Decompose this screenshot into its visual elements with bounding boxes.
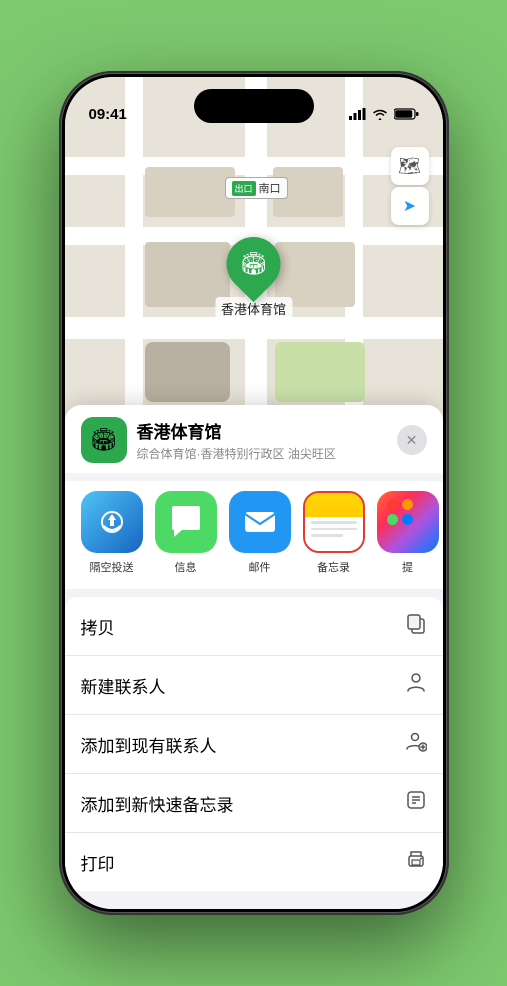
action-add-note-label: 添加到新快速备忘录	[81, 791, 234, 816]
airdrop-label: 隔空投送	[90, 559, 134, 575]
location-button[interactable]: ➤	[391, 187, 429, 225]
more-label: 提	[402, 559, 413, 575]
dynamic-island	[194, 89, 314, 123]
location-marker: 🏟 香港体育馆	[215, 237, 292, 320]
signal-icon	[349, 108, 366, 123]
messages-label: 信息	[175, 559, 197, 575]
location-name: 香港体育馆	[137, 418, 397, 443]
action-copy[interactable]: 拷贝	[65, 597, 443, 656]
person-icon	[405, 671, 427, 699]
action-new-contact-label: 新建联系人	[81, 673, 166, 698]
mail-icon	[229, 491, 291, 553]
close-button[interactable]: ✕	[397, 425, 427, 455]
note-icon	[405, 789, 427, 817]
copy-icon	[405, 612, 427, 640]
phone-frame: 出口 南口 🏟 香港体育馆 🗺 ➤ 09:41	[59, 71, 449, 915]
share-item-more[interactable]: 提	[377, 491, 439, 575]
location-icon: 🏟	[81, 417, 127, 463]
map-btn-group: 🗺 ➤	[391, 147, 429, 225]
phone-screen: 出口 南口 🏟 香港体育馆 🗺 ➤ 09:41	[65, 77, 443, 909]
bottom-sheet: 🏟 香港体育馆 综合体育馆·香港特别行政区 油尖旺区 ✕	[65, 405, 443, 909]
print-icon	[405, 848, 427, 876]
action-print-label: 打印	[81, 850, 115, 875]
map-exit-label: 出口 南口	[225, 177, 288, 199]
messages-icon	[155, 491, 217, 553]
status-time: 09:41	[89, 106, 127, 125]
share-item-notes[interactable]: 备忘录	[303, 491, 365, 575]
person-add-icon	[405, 730, 427, 758]
share-row: 隔空投送 信息	[65, 481, 443, 589]
notes-label: 备忘录	[317, 559, 350, 575]
action-add-existing-label: 添加到现有联系人	[81, 732, 217, 757]
action-add-note[interactable]: 添加到新快速备忘录	[65, 774, 443, 833]
battery-icon	[394, 108, 419, 123]
location-header: 🏟 香港体育馆 综合体育馆·香港特别行政区 油尖旺区 ✕	[65, 405, 443, 473]
airdrop-icon	[81, 491, 143, 553]
share-item-airdrop[interactable]: 隔空投送	[81, 491, 143, 575]
action-add-existing[interactable]: 添加到现有联系人	[65, 715, 443, 774]
mail-label: 邮件	[249, 559, 271, 575]
location-text: 香港体育馆 综合体育馆·香港特别行政区 油尖旺区	[137, 418, 397, 462]
action-copy-label: 拷贝	[81, 614, 115, 639]
action-print[interactable]: 打印	[65, 833, 443, 891]
map-layer-button[interactable]: 🗺	[391, 147, 429, 185]
more-icon	[377, 491, 439, 553]
share-item-messages[interactable]: 信息	[155, 491, 217, 575]
status-icons	[349, 108, 419, 125]
location-subtitle: 综合体育馆·香港特别行政区 油尖旺区	[137, 445, 397, 462]
wifi-icon	[372, 108, 388, 123]
share-item-mail[interactable]: 邮件	[229, 491, 291, 575]
action-list: 拷贝 新建联系人	[65, 597, 443, 891]
notes-icon	[303, 491, 365, 553]
action-new-contact[interactable]: 新建联系人	[65, 656, 443, 715]
